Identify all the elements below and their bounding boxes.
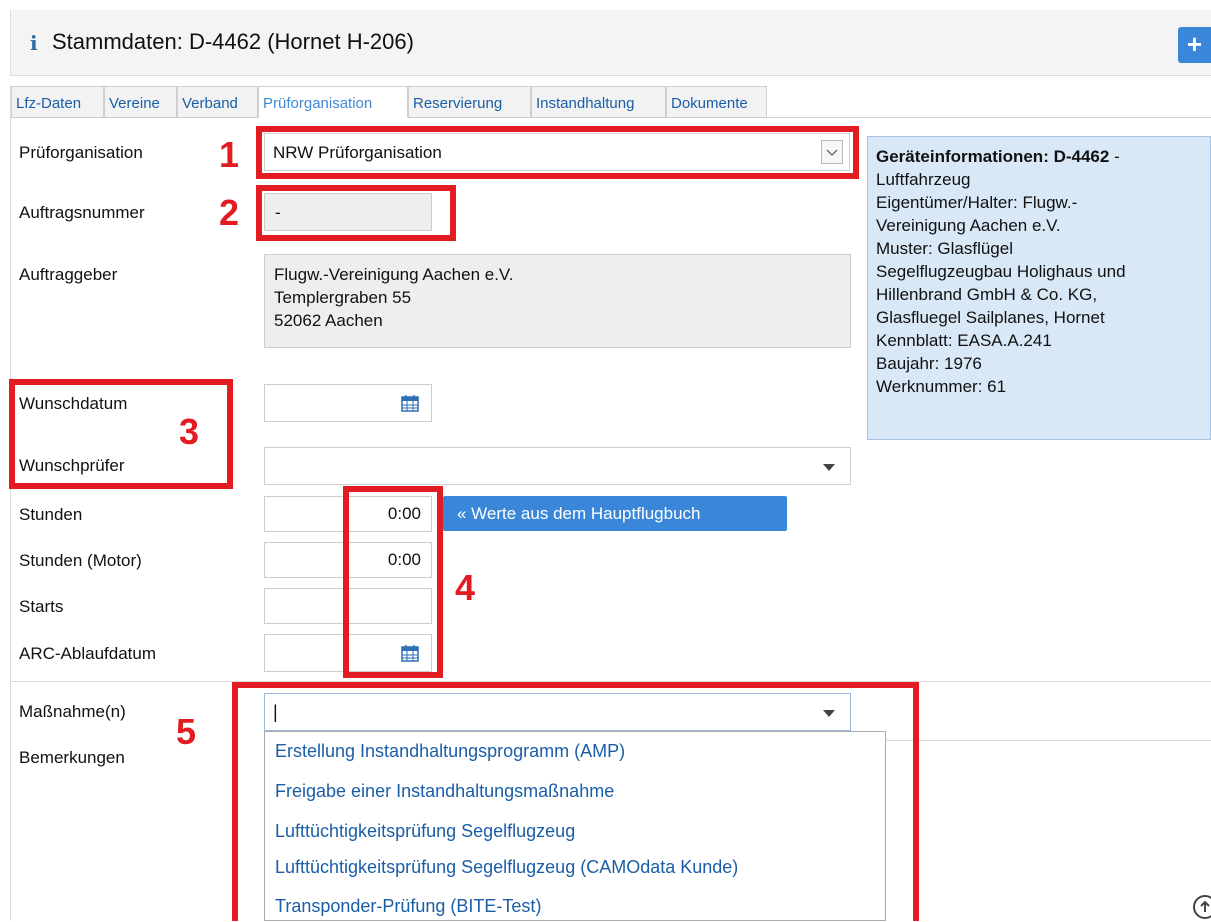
page-title: Stammdaten: D-4462 (Hornet H-206) (52, 29, 414, 54)
tab-pruefforganisation[interactable]: Prüforganisation (258, 86, 408, 118)
massnahme-label: Maßnahme(n) (19, 702, 126, 721)
tab-bar: Lfz-Daten Vereine Verband Prüforganisati… (10, 86, 1211, 118)
info-panel-line: Muster: Glasflügel (876, 239, 1013, 258)
tab-lfz-daten[interactable]: Lfz-Daten (11, 86, 104, 117)
info-panel-line: Glasfluegel Sailplanes, Hornet (876, 308, 1105, 327)
stunden-label: Stunden (19, 505, 83, 524)
calendar-icon[interactable] (401, 394, 419, 412)
geraeteinformationen-panel: Geräteinformationen: D-4462 - Luftfahrze… (867, 136, 1211, 440)
section-divider (886, 740, 1211, 741)
annotation-number-1: 1 (219, 134, 240, 175)
info-panel-line: Werknummer: 61 (876, 377, 1007, 396)
pruefforganisation-label: Prüforganisation (19, 143, 143, 162)
annotation-number-3: 3 (179, 411, 200, 452)
auftraggeber-line: 52062 Aachen (274, 311, 383, 330)
tab-verband[interactable]: Verband (177, 86, 258, 117)
info-panel-heading-row: Geräteinformationen: D-4462 - (876, 145, 1210, 168)
wunschdatum-field[interactable] (264, 384, 432, 422)
add-button[interactable]: + (1178, 27, 1211, 63)
annotation-number-5: 5 (176, 711, 197, 752)
info-panel-line: Eigentümer/Halter: Flugw.- (876, 193, 1078, 212)
annotation-box-5 (232, 682, 919, 921)
auftragsnummer-label: Auftragsnummer (19, 203, 145, 222)
info-panel-line: Luftfahrzeug (876, 170, 971, 189)
wunschpruefer-select[interactable] (264, 447, 851, 485)
info-panel-line: Segelflugzeugbau Holighaus und (876, 262, 1126, 281)
annotation-box-1 (256, 126, 859, 179)
auftraggeber-label: Auftraggeber (19, 265, 118, 284)
form-border (10, 118, 11, 921)
scroll-up-icon[interactable] (1193, 895, 1211, 919)
auftraggeber-field: Flugw.-Vereinigung Aachen e.V. Templergr… (264, 254, 851, 348)
annotation-box-3 (9, 379, 233, 489)
info-panel-heading-suffix: - (1109, 147, 1120, 166)
bemerkungen-label: Bemerkungen (19, 748, 125, 767)
auftraggeber-line: Templergraben 55 (274, 288, 412, 307)
tab-reservierung[interactable]: Reservierung (408, 86, 531, 117)
annotation-number-2: 2 (219, 192, 240, 233)
info-panel-line: Hillenbrand GmbH & Co. KG, (876, 285, 1098, 304)
header: i Stammdaten: D-4462 (Hornet H-206) + (0, 0, 1211, 90)
stunden-motor-label: Stunden (Motor) (19, 551, 142, 570)
annotation-box-4 (343, 486, 443, 678)
auftraggeber-line: Flugw.-Vereinigung Aachen e.V. (274, 265, 514, 284)
werte-aus-hauptflugbuch-button[interactable]: « Werte aus dem Hauptflugbuch (443, 496, 787, 531)
arc-ablaufdatum-label: ARC-Ablaufdatum (19, 644, 157, 663)
info-panel-line: Vereinigung Aachen e.V. (876, 216, 1061, 235)
tab-instandhaltung[interactable]: Instandhaltung (531, 86, 666, 117)
annotation-number-4: 4 (455, 567, 476, 608)
info-panel-heading: Geräteinformationen: D-4462 (876, 147, 1110, 166)
info-panel-line: Baujahr: 1976 (876, 354, 982, 373)
caret-down-icon[interactable] (823, 464, 835, 471)
tab-vereine[interactable]: Vereine (104, 86, 177, 117)
annotation-box-2 (256, 185, 456, 241)
starts-label: Starts (19, 597, 64, 616)
tab-dokumente[interactable]: Dokumente (666, 86, 767, 117)
info-icon: i (30, 31, 38, 55)
info-panel-line: Kennblatt: EASA.A.241 (876, 331, 1052, 350)
